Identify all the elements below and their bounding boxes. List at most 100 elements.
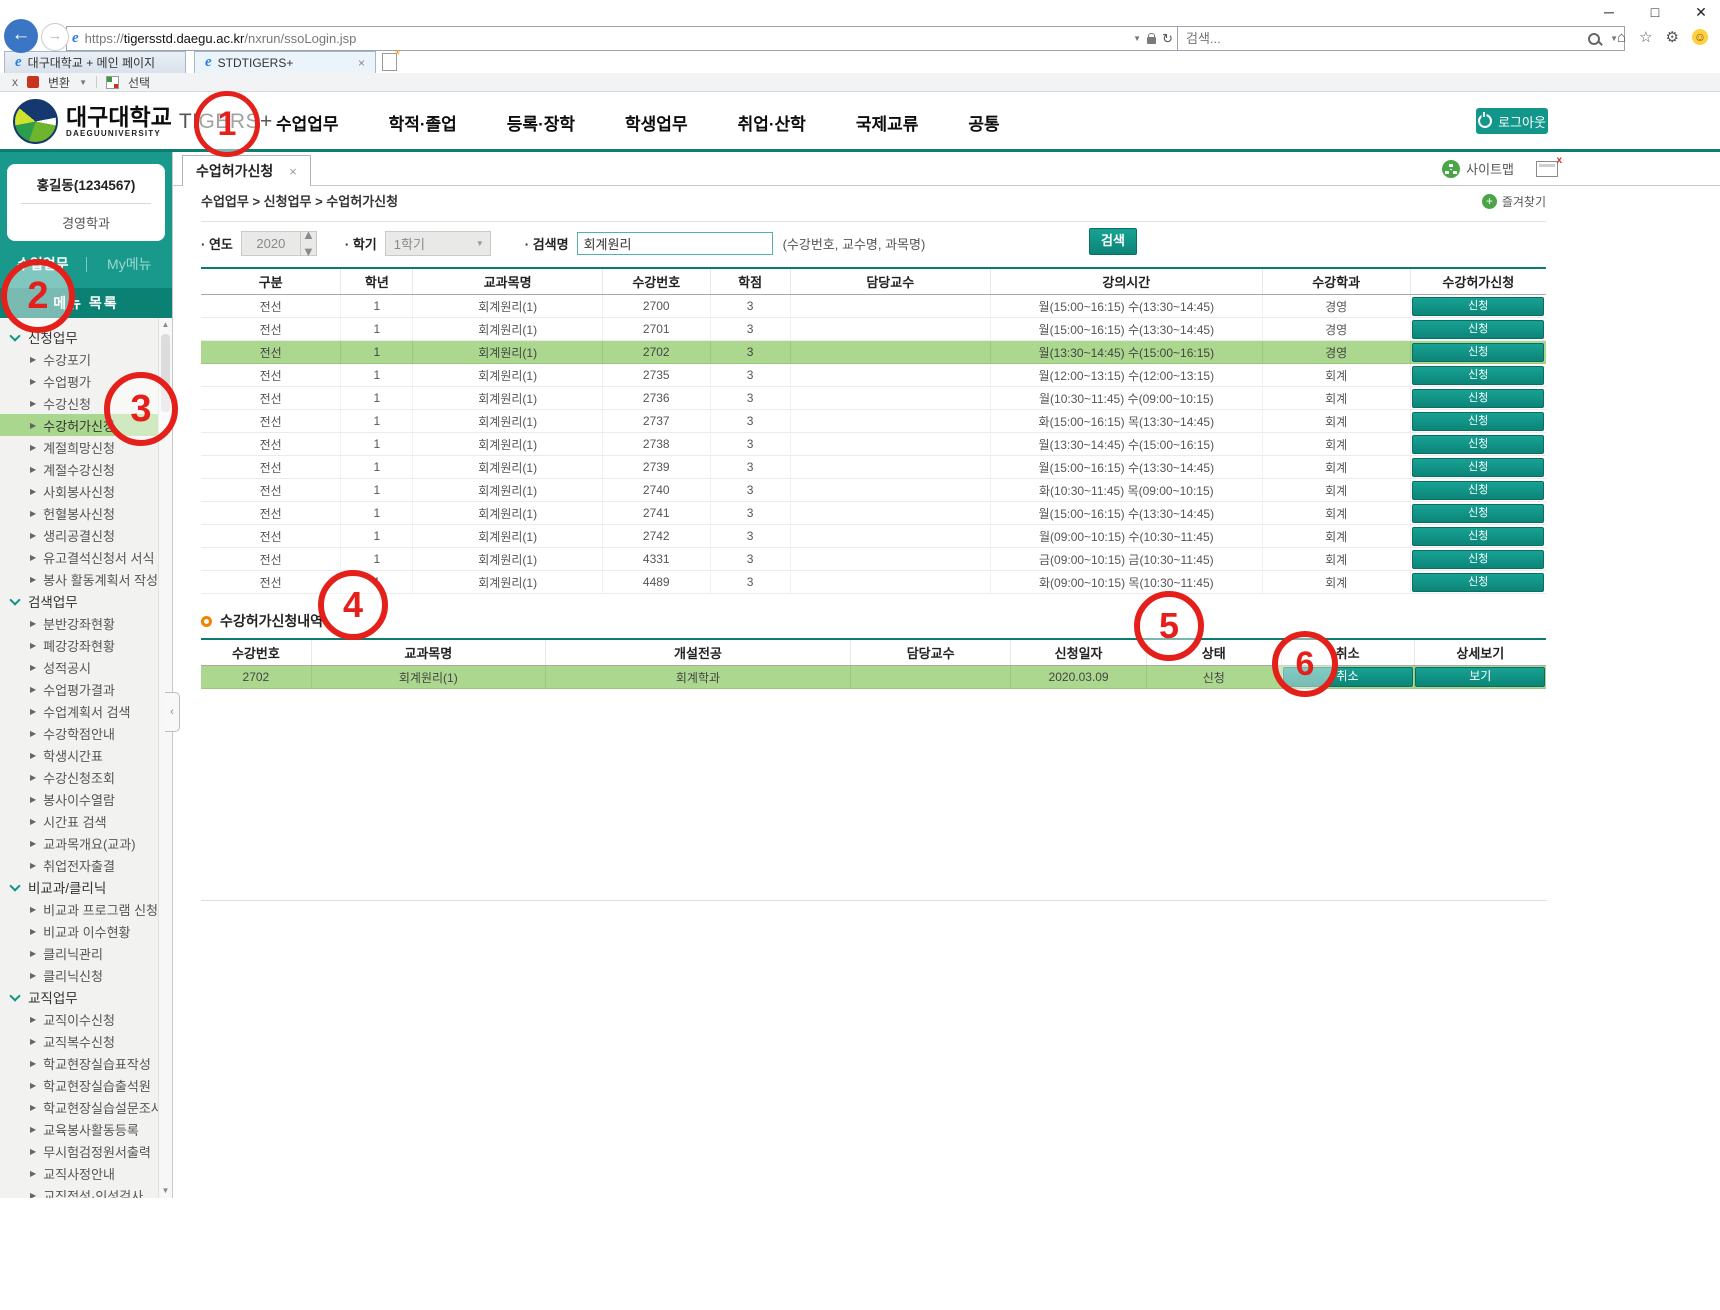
settings-gear-icon[interactable]: ⚙: [1666, 28, 1679, 46]
sidebar-scrollbar[interactable]: ▲ ▼: [158, 318, 172, 1198]
table-row[interactable]: 전선1회계원리(1)27423월(09:00~10:15) 수(10:30~11…: [201, 525, 1546, 548]
view-button[interactable]: 보기: [1415, 667, 1545, 687]
tab-close-icon[interactable]: ×: [358, 56, 365, 70]
apply-button[interactable]: 신청: [1412, 550, 1544, 569]
top-nav-item[interactable]: 국제교류: [856, 110, 919, 135]
sidebar-item[interactable]: ▶비교과 프로그램 신청: [0, 898, 159, 920]
table-row[interactable]: 전선1회계원리(1)27383월(13:30~14:45) 수(15:00~16…: [201, 433, 1546, 456]
table-row[interactable]: 전선1회계원리(1)27373화(15:00~16:15) 목(13:30~14…: [201, 410, 1546, 433]
sidebar-item[interactable]: ▶수강포기: [0, 348, 159, 370]
addon-close-button[interactable]: x: [12, 75, 18, 89]
sidebar-item[interactable]: ▶성적공시: [0, 656, 159, 678]
apply-button[interactable]: 신청: [1412, 527, 1544, 546]
logout-button[interactable]: 로그아웃: [1476, 108, 1548, 134]
table-row[interactable]: 전선1회계원리(1)27363월(10:30~11:45) 수(09:00~10…: [201, 387, 1546, 410]
sidebar-collapse-handle[interactable]: ‹: [165, 692, 180, 732]
top-nav-item[interactable]: 수업업무: [276, 110, 339, 135]
sidebar-item[interactable]: ▶학교현장실습설문조사: [0, 1096, 159, 1118]
browser-search-input[interactable]: [1184, 30, 1582, 47]
sidebar-item[interactable]: ▶폐강강좌현황: [0, 634, 159, 656]
refresh-icon[interactable]: ↻: [1162, 31, 1173, 47]
back-button[interactable]: ←: [4, 19, 38, 53]
sidebar-item[interactable]: ▶헌혈봉사신청: [0, 502, 159, 524]
sidebar-menu-group[interactable]: 비교과/클리닉: [0, 876, 172, 898]
forward-button[interactable]: →: [41, 23, 69, 51]
sidebar-item[interactable]: ▶비교과 이수현황: [0, 920, 159, 942]
minimize-button[interactable]: ─: [1600, 4, 1618, 21]
table-row[interactable]: 전선1회계원리(1)27393월(15:00~16:15) 수(13:30~14…: [201, 456, 1546, 479]
content-tab-active[interactable]: 수업허가신청 ×: [182, 155, 311, 186]
apply-button[interactable]: 신청: [1412, 481, 1544, 500]
new-tab-button[interactable]: [382, 53, 397, 71]
sidebar-item[interactable]: ▶봉사이수열람: [0, 788, 159, 810]
apply-button[interactable]: 신청: [1412, 504, 1544, 523]
apply-button[interactable]: 신청: [1412, 458, 1544, 477]
table-row[interactable]: 전선1회계원리(1)27023월(13:30~14:45) 수(15:00~16…: [201, 341, 1546, 364]
apply-button[interactable]: 신청: [1412, 366, 1544, 385]
sidebar-item[interactable]: ▶학교현장실습출석원: [0, 1074, 159, 1096]
apply-button[interactable]: 신청: [1412, 343, 1544, 362]
keyword-input[interactable]: [577, 232, 773, 255]
apply-button[interactable]: 신청: [1412, 573, 1544, 592]
top-nav-item[interactable]: 등록·장학: [507, 110, 575, 135]
convert-dropdown-icon[interactable]: ▼: [79, 78, 87, 87]
scroll-down-icon[interactable]: ▼: [159, 1184, 172, 1198]
favorites-star-icon[interactable]: ☆: [1639, 28, 1652, 46]
spinner-arrows-icon[interactable]: ▲▼: [300, 232, 316, 255]
apply-button[interactable]: 신청: [1412, 297, 1544, 316]
sidebar-menu-group[interactable]: 교직업무: [0, 986, 172, 1008]
sidebar-item[interactable]: ▶분반강좌현황: [0, 612, 159, 634]
sidebar-item[interactable]: ▶계절수강신청: [0, 458, 159, 480]
sidebar-item[interactable]: ▶생리공결신청: [0, 524, 159, 546]
sidebar-item[interactable]: ▶수업계획서 검색: [0, 700, 159, 722]
table-row[interactable]: 전선1회계원리(1)27003월(15:00~16:15) 수(13:30~14…: [201, 295, 1546, 318]
semester-select[interactable]: 1학기 ▼: [385, 231, 491, 256]
top-nav-item[interactable]: 취업·산학: [738, 110, 806, 135]
sidebar-item[interactable]: ▶교직이수신청: [0, 1008, 159, 1030]
sidebar-item[interactable]: ▶취업전자출결: [0, 854, 159, 876]
sidebar-item[interactable]: ▶봉사 활동계획서 작성: [0, 568, 159, 590]
table-row[interactable]: 전선1회계원리(1)44893화(09:00~10:15) 목(10:30~11…: [201, 571, 1546, 594]
top-nav-item[interactable]: 학생업무: [625, 110, 688, 135]
table-row[interactable]: 전선1회계원리(1)27353월(12:00~13:15) 수(12:00~13…: [201, 364, 1546, 387]
table-row[interactable]: 전선1회계원리(1)43313금(09:00~10:15) 금(10:30~11…: [201, 548, 1546, 571]
convert-button[interactable]: 변환: [48, 74, 70, 91]
select-button[interactable]: 선택: [128, 74, 150, 91]
scroll-up-icon[interactable]: ▲: [159, 318, 172, 332]
sidebar-item[interactable]: ▶수강학점안내: [0, 722, 159, 744]
sidebar-item[interactable]: ▶학생시간표: [0, 744, 159, 766]
year-stepper[interactable]: 2020 ▲▼: [241, 231, 317, 256]
smiley-icon[interactable]: ☺: [1692, 29, 1708, 45]
content-tab-close-icon[interactable]: ×: [289, 164, 297, 179]
sidebar-item[interactable]: ▶클리닉관리: [0, 942, 159, 964]
top-nav-item[interactable]: 학적·졸업: [389, 110, 457, 135]
sidebar-item[interactable]: ▶유고결석신청서 서식: [0, 546, 159, 568]
sitemap-link[interactable]: 사이트맵: [1442, 159, 1514, 178]
table-row[interactable]: 전선1회계원리(1)27013월(15:00~16:15) 수(13:30~14…: [201, 318, 1546, 341]
search-icon[interactable]: [1588, 33, 1600, 45]
sidebar-item[interactable]: ▶교직적성·인성검사: [0, 1184, 159, 1198]
apply-button[interactable]: 신청: [1412, 435, 1544, 454]
close-all-windows-icon[interactable]: x: [1536, 161, 1558, 177]
sidebar-item[interactable]: ▶클리닉신청: [0, 964, 159, 986]
browser-tab-main[interactable]: e 대구대학교 + 메인 페이지: [4, 51, 186, 73]
sidebar-menu-group[interactable]: 검색업무: [0, 590, 172, 612]
url-dropdown-icon[interactable]: ▼: [1133, 34, 1141, 43]
search-button[interactable]: 검색: [1089, 228, 1137, 255]
sidebar-item[interactable]: ▶교직복수신청: [0, 1030, 159, 1052]
sidebar-item[interactable]: ▶학교현장실습표작성: [0, 1052, 159, 1074]
table-row[interactable]: 전선1회계원리(1)27403화(10:30~11:45) 목(09:00~10…: [201, 479, 1546, 502]
apply-button[interactable]: 신청: [1412, 412, 1544, 431]
close-button[interactable]: ✕: [1692, 4, 1710, 21]
top-nav-item[interactable]: 공통: [968, 110, 999, 135]
table-row[interactable]: 전선1회계원리(1)27413월(15:00~16:15) 수(13:30~14…: [201, 502, 1546, 525]
sidebar-item[interactable]: ▶시간표 검색: [0, 810, 159, 832]
sidebar-item[interactable]: ▶교직사정안내: [0, 1162, 159, 1184]
sidebar-item[interactable]: ▶사회봉사신청: [0, 480, 159, 502]
sidebar-item[interactable]: ▶무시험검정원서출력: [0, 1140, 159, 1162]
maximize-button[interactable]: □: [1646, 4, 1664, 21]
sidebar-item[interactable]: ▶교과목개요(교과): [0, 832, 159, 854]
apply-button[interactable]: 신청: [1412, 320, 1544, 339]
sidebar-item[interactable]: ▶수강신청조회: [0, 766, 159, 788]
sidebar-item[interactable]: ▶교육봉사활동등록: [0, 1118, 159, 1140]
